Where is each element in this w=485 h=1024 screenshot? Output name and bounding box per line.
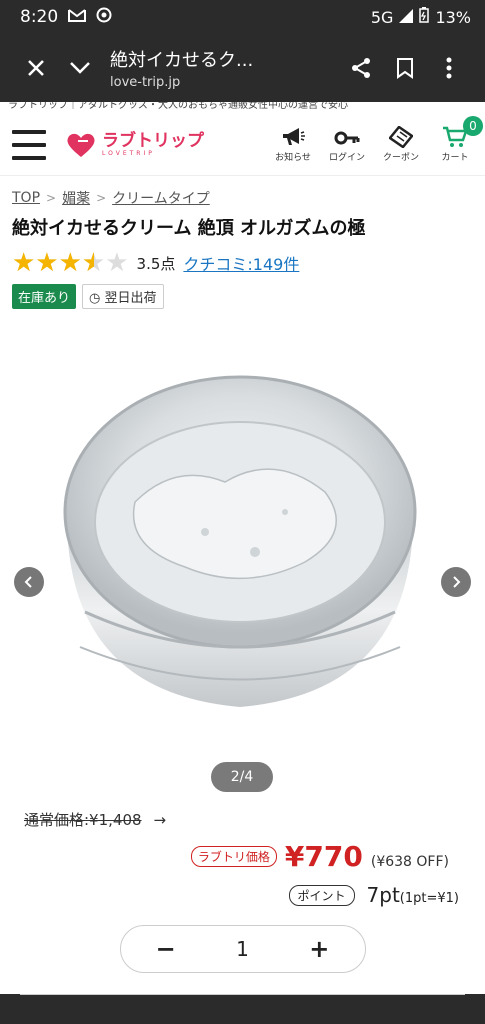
network-type: 5G xyxy=(370,7,394,27)
breadcrumb: TOP > 媚薬 > クリームタイプ xyxy=(0,176,485,208)
regular-price: 通常価格:¥1,408 xyxy=(24,811,142,829)
reviews-link[interactable]: クチコミ:149件 xyxy=(183,251,299,275)
rating-score: 3.5点 xyxy=(136,254,176,273)
header-news-button[interactable]: お知らせ xyxy=(273,126,313,163)
site-header: ラブトリップ LOVETRIP お知らせ ログイン クーポン カート 0 xyxy=(0,114,485,176)
points-value: 7pt xyxy=(366,883,400,907)
browser-status-icon xyxy=(96,7,112,28)
browser-title-box[interactable]: 絶対イカせるク... love-trip.jp xyxy=(102,46,339,90)
sale-price: ¥770 xyxy=(284,840,363,873)
status-time: 8:20 xyxy=(20,7,59,27)
quantity-stepper: − 1 + xyxy=(119,925,366,973)
point-rate: (1pt=¥1) xyxy=(399,891,459,906)
share-icon[interactable] xyxy=(339,46,383,90)
gmail-icon xyxy=(68,7,87,27)
browser-toolbar: 絶対イカせるク... love-trip.jp xyxy=(0,34,485,102)
breadcrumb-top[interactable]: TOP xyxy=(12,190,40,206)
header-cart-button[interactable]: カート 0 xyxy=(435,116,483,163)
chevron-right-icon: > xyxy=(46,191,57,205)
close-icon[interactable] xyxy=(14,46,58,90)
header-login-button[interactable]: ログイン xyxy=(327,128,367,163)
cart-count-badge: 0 xyxy=(463,116,483,136)
header-login-label: ログイン xyxy=(328,153,365,163)
chevron-right-icon xyxy=(453,576,461,588)
chevron-left-icon xyxy=(24,576,32,588)
header-coupon-button[interactable]: クーポン xyxy=(381,126,421,163)
site-tagline: ラブトリップ｜アダルトグッズ・大人のおもちゃ通販女性中心の運営で安心 xyxy=(8,102,348,111)
coupon-icon xyxy=(389,126,413,148)
rating-row: ★★★★★ ★★★★★ 3.5点 クチコミ:149件 xyxy=(0,240,485,276)
breadcrumb-cream-type[interactable]: クリームタイプ xyxy=(112,188,210,208)
gallery-prev-button[interactable] xyxy=(14,567,44,597)
chevron-down-icon[interactable] xyxy=(58,46,102,90)
shipping-text: 翌日出荷 xyxy=(104,291,157,306)
hamburger-menu-icon[interactable] xyxy=(12,129,46,160)
system-nav-bar xyxy=(0,994,485,1024)
key-icon xyxy=(334,131,360,145)
points-tag: ポイント xyxy=(288,884,355,906)
product-gallery[interactable]: 2/4 xyxy=(0,317,485,792)
logo-text: ラブトリップ xyxy=(102,130,204,151)
pricing-section: 通常価格:¥1,408 → ラブトリ価格 ¥770 (¥638 OFF) ポイン… xyxy=(0,809,485,908)
gallery-next-button[interactable] xyxy=(441,567,471,597)
shipping-badge: ◷ 翌日出荷 xyxy=(82,284,164,309)
battery-icon xyxy=(419,7,430,27)
in-stock-badge: 在庫あり xyxy=(12,284,77,309)
quantity-value[interactable]: 1 xyxy=(236,937,249,961)
status-bar: 8:20 5G 13% xyxy=(0,0,485,34)
gallery-pager: 2/4 xyxy=(211,762,273,792)
heart-logo-icon xyxy=(67,133,95,157)
browser-url: love-trip.jp xyxy=(110,75,181,90)
battery-level: 13% xyxy=(435,7,471,27)
site-logo[interactable]: ラブトリップ LOVETRIP xyxy=(66,132,204,158)
discount-amount: (¥638 OFF) xyxy=(370,854,449,870)
bookmark-icon[interactable] xyxy=(383,46,427,90)
star-rating: ★★★★★ ★★★★★ xyxy=(12,248,129,278)
logo-subtext: LOVETRIP xyxy=(102,149,155,157)
signal-icon xyxy=(399,8,414,27)
arrow-right-icon: → xyxy=(153,810,167,829)
megaphone-icon xyxy=(283,128,305,145)
product-title: 絶対イカせるクリーム 絶頂 オルガズムの極 xyxy=(12,218,366,239)
browser-page-title: 絶対イカせるク... xyxy=(110,50,254,71)
product-image xyxy=(63,375,417,707)
sale-price-tag: ラブトリ価格 xyxy=(190,846,277,867)
chevron-right-icon: > xyxy=(96,191,107,205)
breadcrumb-aphrodisiac[interactable]: 媚薬 xyxy=(62,188,90,208)
quantity-minus-button[interactable]: − xyxy=(146,935,186,963)
header-cart-label: カート xyxy=(441,153,469,163)
quantity-plus-button[interactable]: + xyxy=(299,935,339,963)
header-news-label: お知らせ xyxy=(275,153,311,163)
clock-icon: ◷ xyxy=(89,291,101,306)
header-coupon-label: クーポン xyxy=(382,153,419,163)
more-menu-icon[interactable] xyxy=(427,46,471,90)
